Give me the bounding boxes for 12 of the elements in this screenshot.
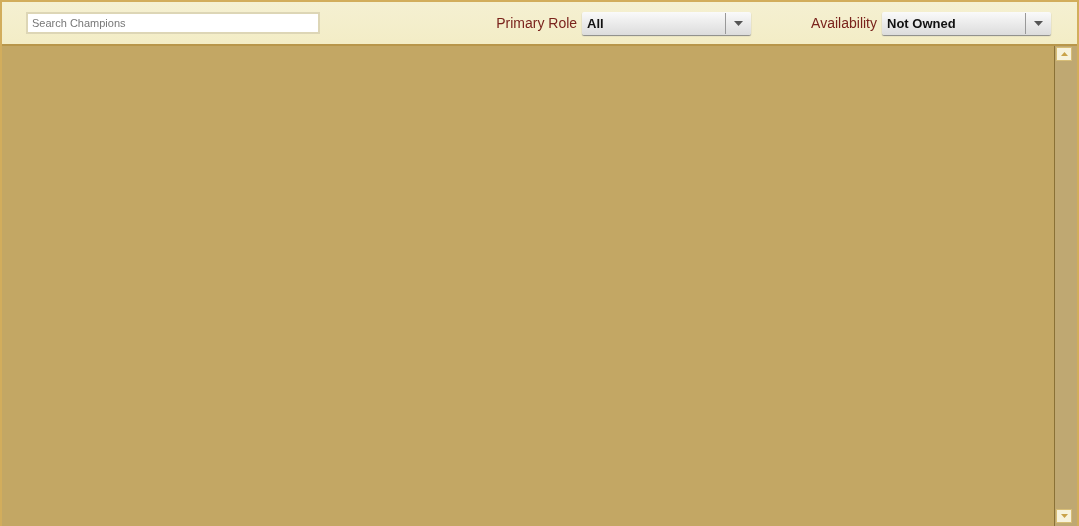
scroll-up-button[interactable] xyxy=(1056,47,1072,61)
up-arrow-icon xyxy=(1060,52,1068,56)
dropdown[interactable]: All xyxy=(582,11,752,35)
search-field[interactable]: Search Champions xyxy=(26,12,320,34)
filter-label: Availability xyxy=(811,15,877,31)
scroll-down-button[interactable] xyxy=(1056,509,1072,523)
down-arrow-icon xyxy=(1060,514,1068,518)
scrollbar[interactable] xyxy=(1054,46,1077,526)
dropdown[interactable]: Not Owned xyxy=(882,11,1051,35)
caret-icon xyxy=(734,20,744,26)
filter-label: Primary Role xyxy=(496,15,578,31)
caret-icon xyxy=(1034,20,1043,26)
